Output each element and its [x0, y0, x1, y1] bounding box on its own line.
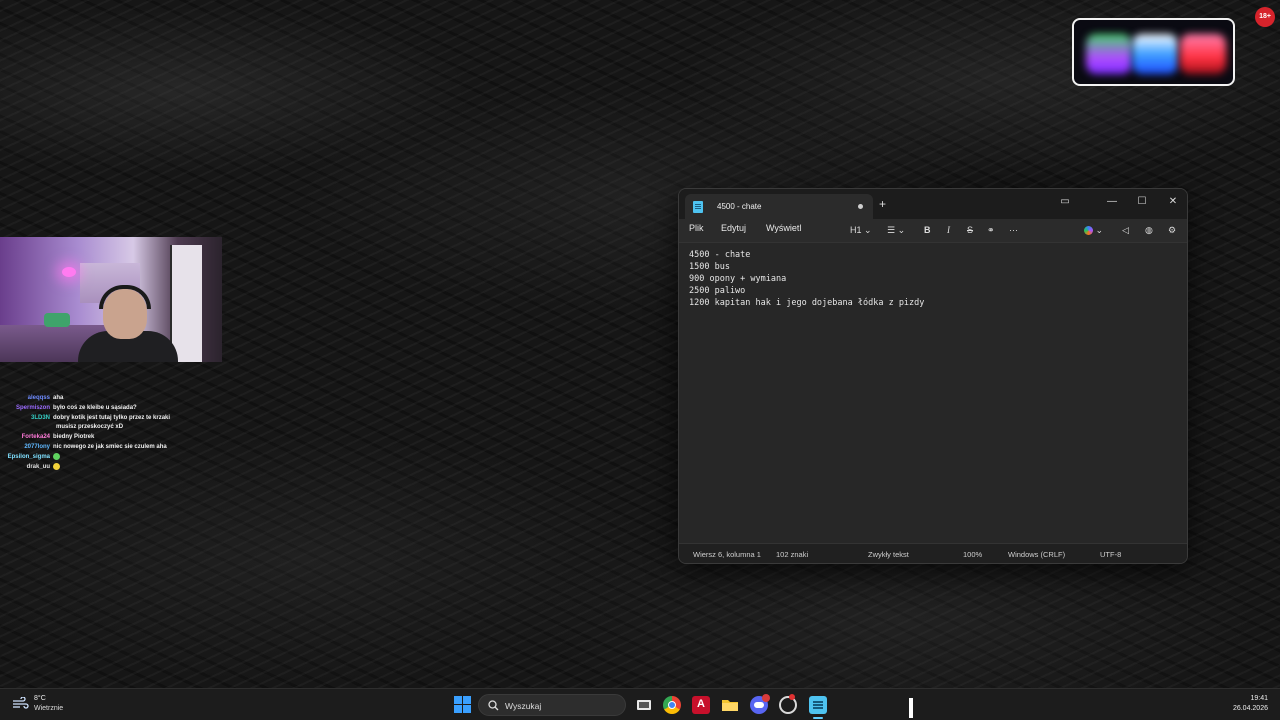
zoom-level[interactable]: 100%: [963, 550, 982, 559]
text-line: 1500 bus: [689, 262, 730, 272]
discord-icon[interactable]: [750, 694, 770, 714]
chat-message: 3LD3N dobry kotik jest tutaj tylko przez…: [0, 414, 230, 424]
frog-emote-icon: [53, 452, 60, 460]
chat-text: było coś ze kleibe u sąsiada?: [53, 404, 137, 411]
search-input[interactable]: Wyszukaj: [478, 694, 626, 716]
chat-username: drak_uu: [26, 463, 50, 470]
tab-document[interactable]: 4500 - chate: [685, 194, 873, 219]
strikethrough-button[interactable]: S: [967, 223, 973, 237]
text-line: 2500 paliwo: [689, 286, 746, 296]
active-app-indicator: [813, 717, 823, 719]
cursor-position: Wiersz 6, kolumna 1: [693, 550, 761, 559]
notepad-icon: [693, 200, 703, 213]
windows-start-icon[interactable]: [454, 696, 471, 713]
character-count: 102 znaki: [776, 550, 809, 559]
chat-text: biedny Piotrek: [53, 434, 95, 441]
chat-username: Epsilon_sigma: [7, 453, 50, 460]
weather-description[interactable]: Wietrznie: [34, 705, 63, 712]
chat-username: 2077lony: [24, 443, 50, 450]
snap-layout-icon[interactable]: ▭: [1050, 191, 1080, 213]
italic-button[interactable]: I: [947, 223, 950, 237]
bold-button[interactable]: B: [924, 223, 931, 237]
chrome-icon[interactable]: [663, 696, 681, 714]
chat-username: Forteka24: [21, 434, 50, 441]
text-editor[interactable]: 4500 - chate 1500 bus 900 opony + wymian…: [679, 243, 1187, 543]
task-view-icon[interactable]: [635, 696, 653, 714]
overlay-blob-blue: [1132, 34, 1178, 74]
maximize-button[interactable]: ☐: [1127, 191, 1157, 213]
chat-text: dobry kotik jest tutaj tylko przez te kr…: [53, 414, 171, 421]
chat-message: Spermiszon było coś ze kleibe u sąsiada?: [0, 404, 230, 414]
list-dropdown-icon[interactable]: ☰ ⌄: [887, 223, 905, 237]
webcam-lamp: [62, 267, 76, 277]
menu-bar: Plik Edytuj Wyświetl H1 ⌄ ☰ ⌄ B I S ⚭ ··…: [679, 219, 1187, 243]
mouse-cursor: [909, 698, 913, 718]
overlay-blob-red: [1180, 34, 1226, 74]
chat-text-continued: musisz przeskoczyć xD: [56, 424, 124, 431]
smiley-emote-icon: [53, 462, 60, 470]
notepad-taskbar-icon[interactable]: [809, 696, 827, 714]
text-line: 900 opony + wymiana: [689, 274, 787, 284]
weather-wind-icon[interactable]: [12, 696, 30, 711]
more-options-icon[interactable]: ···: [1009, 223, 1018, 237]
chat-text: nic nowego ze jak smiec sie czulem aha: [53, 443, 167, 450]
chat-message: 2077lony nic nowego ze jak smiec sie czu…: [0, 443, 230, 453]
menu-file[interactable]: Plik: [689, 223, 704, 233]
search-placeholder: Wyszukaj: [505, 701, 542, 711]
menu-edit[interactable]: Edytuj: [721, 223, 746, 233]
account-icon[interactable]: ◍: [1145, 223, 1153, 237]
chat-message: Forteka24 biedny Piotrek: [0, 433, 230, 443]
megaphone-icon[interactable]: ◁: [1122, 223, 1129, 237]
minimize-button[interactable]: —: [1097, 191, 1127, 213]
chat-text: aha: [53, 395, 64, 401]
chat-text: [53, 452, 60, 463]
chat-overlay: aleqqss aha Spermiszon było coś ze kleib…: [0, 394, 230, 473]
encoding[interactable]: UTF-8: [1100, 550, 1121, 559]
close-button[interactable]: ✕: [1158, 191, 1187, 213]
copilot-icon[interactable]: ⌄: [1084, 223, 1103, 237]
webcam-feed: [0, 237, 222, 362]
tab-title: 4500 - chate: [717, 202, 762, 211]
text-line: 1200 kapitan hak i jego dojebana łódka z…: [689, 298, 925, 308]
menu-view[interactable]: Wyświetl: [766, 223, 801, 233]
chat-message: Epsilon_sigma: [0, 452, 230, 463]
stream-overlay-widget: [1072, 18, 1235, 86]
settings-gear-icon[interactable]: ⚙: [1168, 223, 1176, 237]
weather-temperature[interactable]: 8°C: [34, 695, 46, 702]
adobe-acrobat-icon[interactable]: A: [692, 696, 710, 714]
webcam-pillow: [44, 313, 70, 327]
chat-username: Spermiszon: [15, 404, 50, 411]
chat-message: drak_uu: [0, 462, 230, 473]
search-icon: [488, 700, 499, 711]
heading-label: H1: [850, 225, 862, 235]
text-line: 4500 - chate: [689, 250, 751, 260]
new-tab-button[interactable]: +: [879, 198, 886, 210]
webcam-door: [170, 245, 202, 362]
chat-username: aleqqss: [27, 395, 50, 401]
text-format[interactable]: Zwykły tekst: [868, 550, 909, 559]
clock-date[interactable]: 26.04.2026: [1233, 705, 1268, 712]
age-badge: 18+: [1255, 7, 1275, 27]
chat-username: 3LD3N: [30, 414, 50, 421]
overlay-blob-green: [1086, 34, 1132, 74]
heading-dropdown[interactable]: H1 ⌄: [850, 223, 872, 237]
title-bar[interactable]: 4500 - chate + ▭ — ☐ ✕: [679, 189, 1187, 219]
link-icon[interactable]: ⚭: [987, 223, 995, 237]
app-icon[interactable]: [779, 694, 797, 714]
chat-message: aleqqss aha: [0, 394, 230, 404]
status-bar: Wiersz 6, kolumna 1 102 znaki Zwykły tek…: [679, 543, 1187, 563]
notepad-window: 4500 - chate + ▭ — ☐ ✕ Plik Edytuj Wyświ…: [678, 188, 1188, 564]
taskbar: 8°C Wietrznie Wyszukaj A 19:41 26.04.202…: [0, 688, 1280, 720]
line-ending[interactable]: Windows (CRLF): [1008, 550, 1065, 559]
file-explorer-icon[interactable]: [721, 696, 739, 714]
chat-text: [53, 462, 60, 473]
unsaved-indicator-icon[interactable]: [858, 204, 863, 209]
clock-time[interactable]: 19:41: [1250, 695, 1268, 702]
